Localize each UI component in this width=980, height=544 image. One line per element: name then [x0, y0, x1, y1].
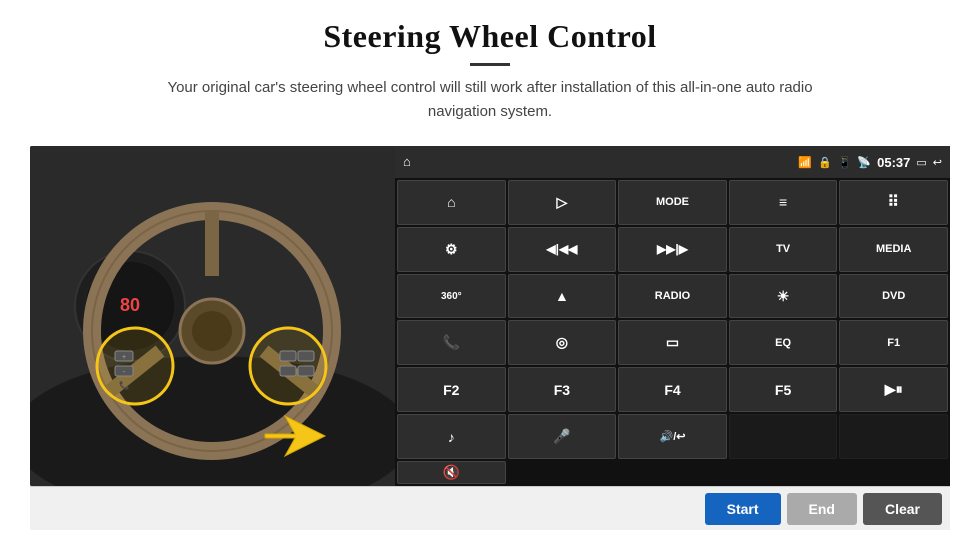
btn-list[interactable]: ≡ [729, 180, 838, 225]
btn-eq[interactable]: EQ [729, 320, 838, 365]
svg-text:+: + [122, 354, 126, 361]
btn-r6c5 [839, 414, 948, 459]
btn-settings[interactable]: ⚙ [397, 227, 506, 272]
title-section: Steering Wheel Control Your original car… [140, 18, 840, 138]
btn-apps[interactable]: ⠿ [839, 180, 948, 225]
btn-next[interactable]: ▶▶|▶ [618, 227, 727, 272]
start-button[interactable]: Start [705, 493, 781, 525]
btn-f2[interactable]: F2 [397, 367, 506, 412]
btn-r6c4 [729, 414, 838, 459]
android-panel: ⌂ 📶 🔒 📱 📡 05:37 ▭ ↩ ⌂ ▷ MODE ≡ [395, 146, 950, 486]
btn-dvd[interactable]: DVD [839, 274, 948, 319]
lock-icon: 🔒 [818, 156, 832, 169]
end-button[interactable]: End [787, 493, 857, 525]
subtitle: Your original car's steering wheel contr… [140, 76, 840, 124]
home-icon: ⌂ [403, 154, 411, 170]
btn-mute[interactable]: 🔇 [397, 461, 506, 484]
content-area: 80 + [30, 146, 950, 486]
btn-eject[interactable]: ▲ [508, 274, 617, 319]
time-display: 05:37 [877, 155, 910, 170]
btn-mic[interactable]: 🎤 [508, 414, 617, 459]
status-right: 📶 🔒 📱 📡 05:37 ▭ ↩ [798, 155, 942, 170]
btn-volume-back[interactable]: 🔊/↩ [618, 414, 727, 459]
btn-navigate[interactable]: ▷ [508, 180, 617, 225]
status-left: ⌂ [403, 154, 411, 170]
clear-button[interactable]: Clear [863, 493, 942, 525]
wifi-icon: 📶 [798, 156, 812, 169]
btn-home[interactable]: ⌂ [397, 180, 506, 225]
page-container: Steering Wheel Control Your original car… [0, 0, 980, 544]
back-icon: ↩ [933, 156, 942, 169]
status-bar: ⌂ 📶 🔒 📱 📡 05:37 ▭ ↩ [395, 146, 950, 178]
btn-f3[interactable]: F3 [508, 367, 617, 412]
action-bar: Start End Clear [30, 486, 950, 530]
title-divider [470, 63, 510, 66]
btn-prev[interactable]: ◀|◀◀ [508, 227, 617, 272]
btn-music[interactable]: ♪ [397, 414, 506, 459]
btn-mode[interactable]: MODE [618, 180, 727, 225]
page-title: Steering Wheel Control [140, 18, 840, 55]
btn-screen[interactable]: ▭ [618, 320, 727, 365]
bluetooth-icon: 📡 [857, 156, 871, 169]
button-grid: ⌂ ▷ MODE ≡ 🔇 ⠿ ⚙ ◀|◀◀ ▶▶|▶ TV MEDIA 360°… [395, 178, 950, 486]
window-icon: ▭ [916, 156, 926, 169]
svg-text:80: 80 [120, 295, 140, 315]
svg-text:📞: 📞 [119, 380, 129, 390]
btn-f4[interactable]: F4 [618, 367, 727, 412]
btn-360[interactable]: 360° [397, 274, 506, 319]
sim-icon: 📱 [838, 156, 852, 169]
btn-brightness[interactable]: ☀ [729, 274, 838, 319]
btn-playpause[interactable]: ▶⏸ [839, 367, 948, 412]
btn-tv[interactable]: TV [729, 227, 838, 272]
btn-f5[interactable]: F5 [729, 367, 838, 412]
btn-phone[interactable]: 📞 [397, 320, 506, 365]
btn-media[interactable]: MEDIA [839, 227, 948, 272]
steering-wheel-image: 80 + [30, 146, 395, 486]
btn-radio[interactable]: RADIO [618, 274, 727, 319]
btn-f1[interactable]: F1 [839, 320, 948, 365]
btn-navi[interactable]: ◎ [508, 320, 617, 365]
